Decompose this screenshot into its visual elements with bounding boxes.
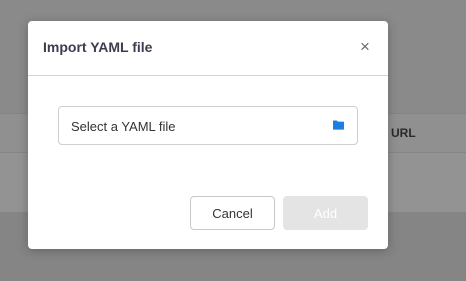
- file-picker-placeholder: Select a YAML file: [71, 119, 176, 134]
- close-button[interactable]: ×: [354, 35, 376, 57]
- yaml-file-picker[interactable]: Select a YAML file: [58, 106, 358, 145]
- folder-icon[interactable]: [333, 120, 344, 130]
- cancel-button[interactable]: Cancel: [190, 196, 275, 230]
- dialog-title: Import YAML file: [43, 39, 153, 55]
- dialog-header: Import YAML file ×: [28, 21, 388, 76]
- import-yaml-dialog: Import YAML file × Select a YAML file Ca…: [28, 21, 388, 249]
- add-button[interactable]: Add: [283, 196, 368, 230]
